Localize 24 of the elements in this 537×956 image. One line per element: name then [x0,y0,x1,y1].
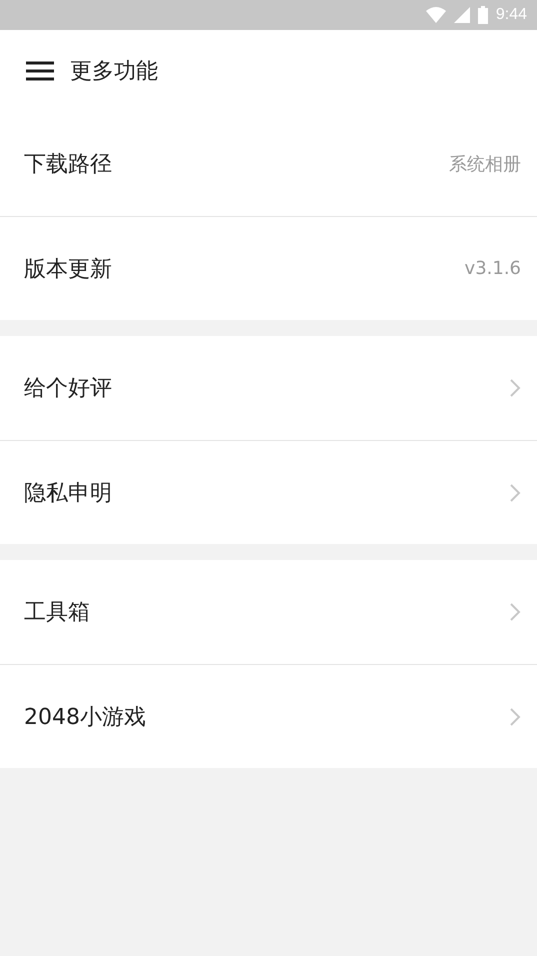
status-time: 9:44 [496,6,527,24]
settings-row[interactable]: 下载路径 系统相册 [0,112,537,216]
page-title: 更多功能 [70,58,158,86]
wifi-icon [426,7,446,23]
row-value: 系统相册 [449,153,521,176]
chevron-icon [509,482,521,502]
settings-row[interactable]: 2048小游戏 [0,664,537,768]
row-value: v3.1.6 [464,258,521,279]
settings-row[interactable]: 隐私申明 [0,440,537,544]
chevron-icon [509,378,521,398]
row-label: 下载路径 [24,151,112,179]
row-label: 隐私申明 [24,480,112,508]
settings-row[interactable]: 工具箱 [0,560,537,664]
settings-row[interactable]: 版本更新 v3.1.6 [0,216,537,320]
row-label: 工具箱 [24,599,90,627]
signal-icon [454,7,470,23]
row-label: 版本更新 [24,256,112,284]
menu-icon[interactable] [26,61,54,81]
chevron-icon [509,706,521,726]
row-label: 2048小游戏 [24,704,146,732]
chevron-icon [509,602,521,622]
settings-row[interactable]: 给个好评 [0,336,537,440]
battery-icon [478,6,488,24]
row-label: 给个好评 [24,375,112,403]
